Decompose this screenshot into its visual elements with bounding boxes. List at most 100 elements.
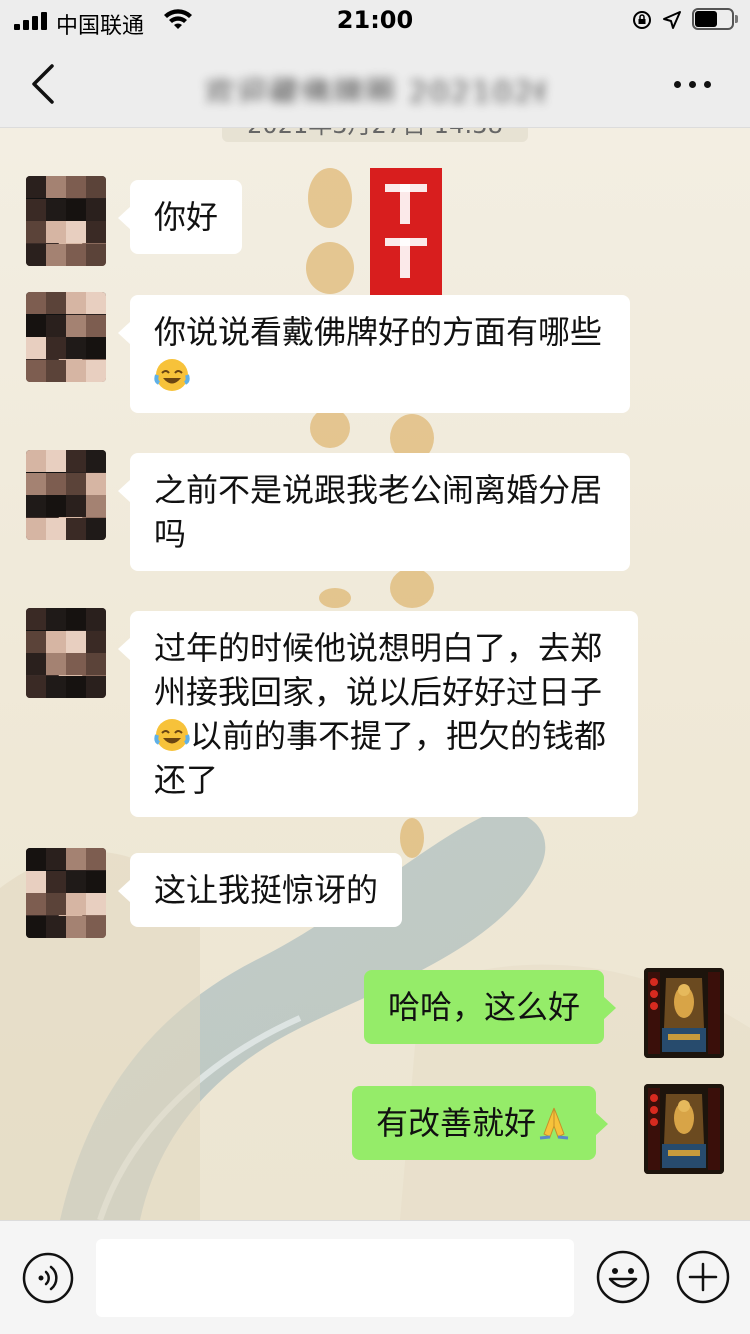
avatar-pixel [46,653,66,675]
message-list[interactable]: 2021年3月27日 14:38 你好 你说说看戴佛牌好的方面有哪些 之前不是说… [0,128,750,1220]
message-text: 哈哈，这么好 [388,988,581,1026]
contact-avatar[interactable] [26,848,106,938]
message-bubble-incoming[interactable]: 你说说看戴佛牌好的方面有哪些 [118,295,630,413]
avatar-pixel [86,314,106,337]
message-timestamp: 2021年3月27日 14:38 [222,128,528,142]
buddha-shrine-image [644,1084,724,1174]
buddha-shrine-image [644,968,724,1058]
avatar-pixel [26,198,46,221]
avatar-pixel [66,221,86,243]
avatar-pixel [46,517,66,540]
back-chevron-icon[interactable] [26,62,62,106]
avatar-pixel [46,630,66,653]
avatar-pixel [26,630,46,653]
message-bubble-incoming[interactable]: 过年的时候他说想明白了，去郑州接我回家，说以后好好过日子以前的事不提了，把欠的钱… [118,611,638,817]
message-text: 之前不是说跟我老公闹离婚分居吗 [154,471,603,553]
location-arrow-icon [663,11,681,29]
avatar-pixel [86,243,106,266]
avatar-pixel [66,314,86,337]
avatar-pixel [26,495,46,517]
rotation-lock-icon [633,11,651,29]
avatar-pixel [66,915,86,938]
avatar-pixel [26,893,46,915]
avatar-pixel [66,472,86,495]
avatar-pixel [86,495,106,517]
message-text: 你好 [154,198,219,236]
message-bubble-outgoing[interactable]: 有改善就好 [352,1086,609,1160]
avatar-pixel [86,653,106,675]
avatar-pixel [66,450,86,472]
avatar-pixel [26,472,46,495]
avatar-pixel [46,870,66,893]
avatar-pixel [86,176,106,198]
avatar-pixel [26,221,46,243]
avatar-pixel [86,848,106,870]
avatar-pixel [26,915,46,938]
avatar-pixel [26,359,46,382]
avatar-pixel [46,292,66,314]
avatar-pixel [26,870,46,893]
message-input[interactable] [96,1239,574,1317]
avatar-pixel [26,450,46,472]
message-bubble-incoming[interactable]: 之前不是说跟我老公闹离婚分居吗 [118,453,630,571]
avatar-pixel [86,359,106,382]
message-bubble-outgoing[interactable]: 哈哈，这么好 [364,970,617,1044]
avatar-pixel [46,198,66,221]
avatar-pixel [46,472,66,495]
avatar-pixel [46,221,66,243]
status-bar: 中国联通 21:00 [0,0,750,40]
avatar-pixel [66,243,86,266]
more-dots-icon[interactable] [668,70,718,98]
avatar-pixel [86,675,106,698]
contact-avatar[interactable] [26,176,106,266]
avatar-pixel [86,630,106,653]
avatar-pixel [26,176,46,198]
avatar-pixel [86,292,106,314]
message-text-continued: 以前的事不提了，把欠的钱都还了 [154,717,607,799]
avatar-pixel [66,848,86,870]
avatar-pixel [26,653,46,675]
avatar-pixel [26,608,46,630]
message-bubble-incoming[interactable]: 你好 [117,180,243,254]
avatar-pixel [66,198,86,221]
voice-icon[interactable] [22,1252,74,1304]
avatar-pixel [86,517,106,540]
avatar-pixel [46,337,66,359]
avatar-pixel [66,359,86,382]
avatar-pixel [26,848,46,870]
avatar-pixel [66,495,86,517]
chat-header: 欢迎藏佛牌圈 2021026 [0,40,750,128]
avatar-pixel [66,292,86,314]
my-avatar[interactable] [644,968,724,1058]
avatar-pixel [66,870,86,893]
avatar-pixel [66,517,86,540]
message-text: 这让我挺惊讶的 [154,871,379,909]
avatar-pixel [46,915,66,938]
plus-icon[interactable] [676,1250,730,1304]
avatar-pixel [46,608,66,630]
avatar-pixel [46,893,66,915]
avatar-pixel [26,675,46,698]
smiley-icon[interactable] [596,1250,650,1304]
message-bubble-incoming[interactable]: 这让我挺惊讶的 [117,853,403,927]
chat-title: 欢迎藏佛牌圈 2021026 [205,76,545,102]
contact-avatar[interactable] [26,450,106,540]
face-with-tears-of-joy-emoji [154,359,190,391]
avatar-pixel [26,314,46,337]
avatar-pixel [26,243,46,266]
avatar-pixel [46,176,66,198]
avatar-pixel [46,848,66,870]
avatar-pixel [66,653,86,675]
battery-icon [692,8,740,32]
avatar-pixel [26,292,46,314]
contact-avatar[interactable] [26,608,106,698]
my-avatar[interactable] [644,1084,724,1174]
avatar-pixel [66,893,86,915]
avatar-pixel [46,675,66,698]
avatar-pixel [26,337,46,359]
contact-avatar[interactable] [26,292,106,382]
avatar-pixel [86,893,106,915]
input-bar [0,1220,750,1334]
avatar-pixel [86,608,106,630]
avatar-pixel [86,221,106,243]
